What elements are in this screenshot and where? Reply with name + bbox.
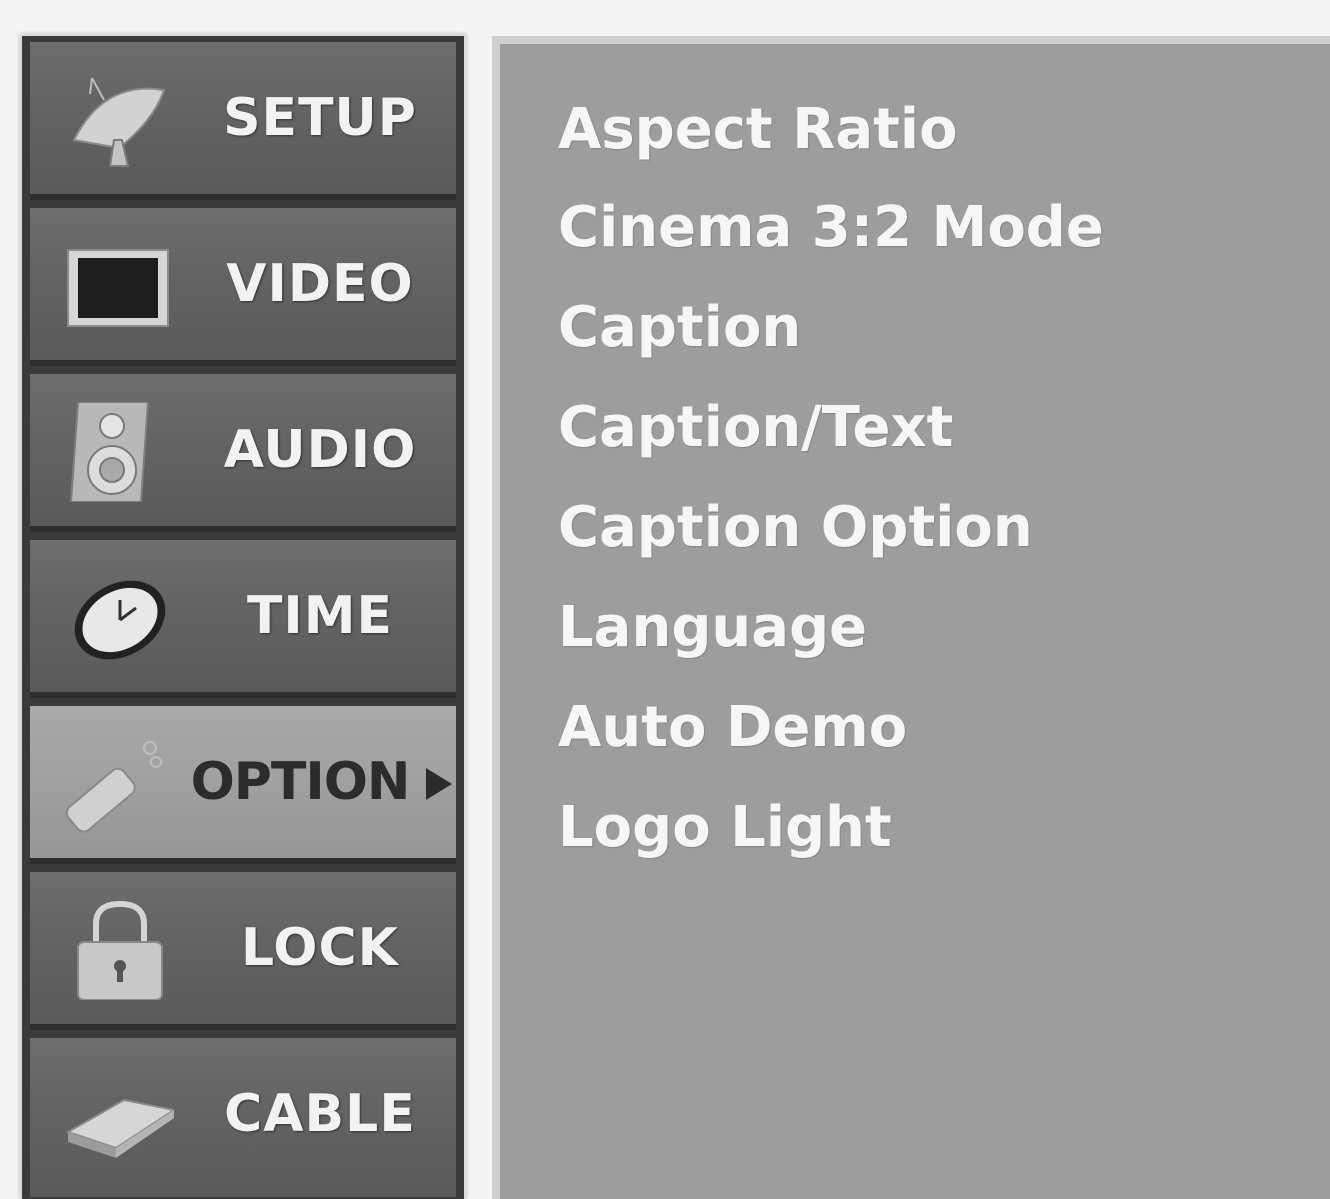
- menu-item-setup[interactable]: SETUP: [30, 42, 456, 200]
- menu-item-cable[interactable]: CABLE: [30, 1038, 456, 1197]
- menu-item-audio[interactable]: AUDIO: [30, 374, 456, 532]
- submenu-item-cinema-mode[interactable]: Cinema 3:2 Mode: [558, 188, 1104, 268]
- menu-item-label: LOCK: [241, 918, 399, 978]
- clock-icon: [64, 568, 174, 668]
- menu-item-label: OPTION: [190, 752, 411, 812]
- padlock-icon: [64, 900, 174, 1001]
- main-menu: SETUP VIDEO AUDIO TIME OPTION LOCK CABLE: [20, 34, 466, 1199]
- menu-item-lock[interactable]: LOCK: [30, 872, 456, 1030]
- speaker-icon: [64, 401, 174, 503]
- menu-item-option[interactable]: OPTION: [30, 706, 456, 864]
- menu-item-video[interactable]: VIDEO: [30, 208, 456, 366]
- cable-card-icon: [64, 1066, 177, 1166]
- submenu-item-caption-option[interactable]: Caption Option: [558, 488, 1033, 568]
- submenu-item-caption[interactable]: Caption: [558, 288, 801, 368]
- satellite-dish-icon: [64, 70, 174, 170]
- submenu-item-auto-demo[interactable]: Auto Demo: [558, 688, 907, 768]
- submenu-item-caption-text[interactable]: Caption/Text: [558, 388, 953, 468]
- submenu-item-logo-light[interactable]: Logo Light: [558, 788, 892, 868]
- menu-item-label: VIDEO: [226, 254, 414, 314]
- menu-item-label: AUDIO: [223, 420, 417, 480]
- menu-item-label: SETUP: [223, 88, 417, 148]
- option-submenu: Aspect Ratio Cinema 3:2 Mode Caption Cap…: [492, 36, 1330, 1199]
- submenu-item-language[interactable]: Language: [558, 588, 867, 668]
- menu-item-label: CABLE: [224, 1084, 416, 1144]
- menu-item-label: TIME: [246, 586, 394, 646]
- remote-control-icon: [64, 734, 174, 834]
- menu-item-time[interactable]: TIME: [30, 540, 456, 698]
- submenu-item-aspect-ratio[interactable]: Aspect Ratio: [558, 90, 958, 170]
- tv-osd-screen: SETUP VIDEO AUDIO TIME OPTION LOCK CABLE…: [0, 0, 1330, 1199]
- selected-arrow-icon: [426, 768, 452, 800]
- tv-screen-icon: [64, 236, 174, 336]
